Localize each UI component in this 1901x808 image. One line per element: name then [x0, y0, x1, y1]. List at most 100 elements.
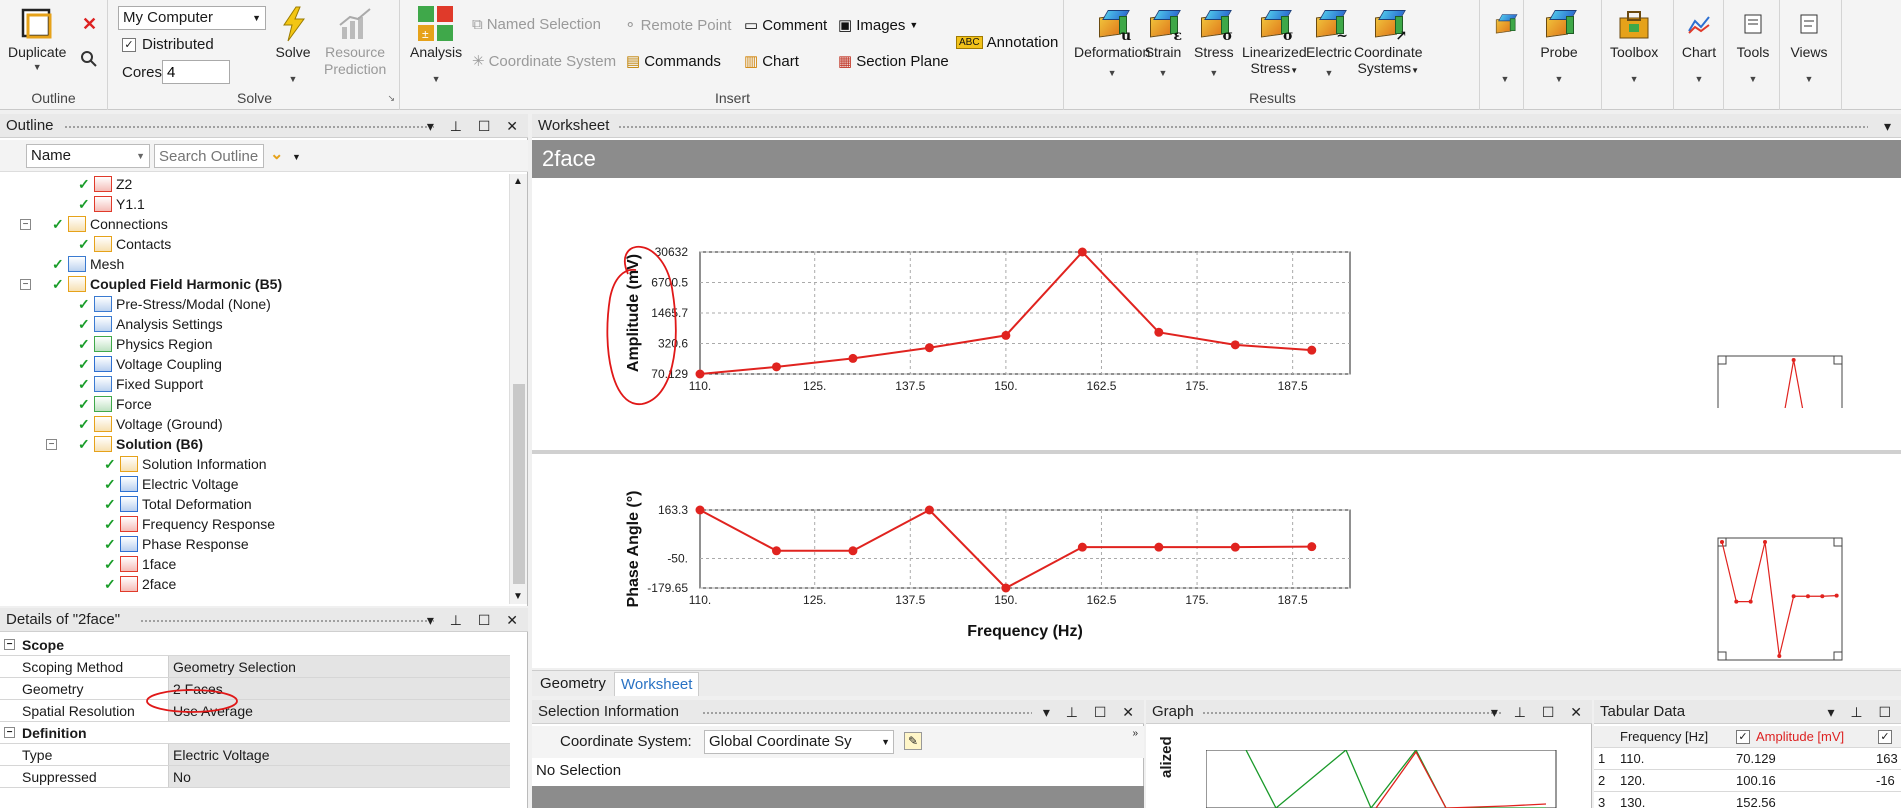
remote-point-button[interactable]: ⚬ Remote Point — [624, 16, 731, 35]
images-button[interactable]: ▣ Images ▼ — [838, 16, 918, 35]
name-filter-select[interactable]: Name ▼ — [26, 144, 150, 168]
tree-expander[interactable]: − — [20, 219, 31, 230]
tree-expander[interactable]: − — [46, 439, 57, 450]
tree-node[interactable]: ✓ Y1.1 — [78, 194, 145, 214]
tree-node[interactable]: ✓ Electric Voltage — [104, 474, 239, 494]
panel-controls[interactable]: ▾ ⊥ ☐ ✕ — [427, 114, 524, 138]
grip-dots[interactable] — [618, 125, 1868, 129]
panel-controls[interactable]: ▾ ⊥ ☐ ✕ — [427, 608, 524, 632]
panel-controls[interactable]: ▾ — [1884, 114, 1897, 138]
checkbox-checked-icon[interactable]: ✓ — [1878, 730, 1892, 744]
chevron-down-icon[interactable]: ▼ — [289, 74, 298, 84]
tree-node[interactable]: ✓ Analysis Settings — [78, 314, 223, 334]
panel-controls[interactable]: ▾ ⊥ ☐ — [1827, 700, 1897, 724]
filter-chevron-icon[interactable]: ⌄ — [270, 144, 283, 164]
result-button-deformation[interactable]: u Deformation ▼ — [1074, 4, 1150, 78]
tree-node[interactable]: ✓ Phase Response — [104, 534, 249, 554]
grip-dots[interactable] — [702, 711, 1032, 715]
tree-node[interactable]: ✓ Physics Region — [78, 334, 213, 354]
named-selection-button[interactable]: ⧉ Named Selection — [472, 16, 601, 33]
details-row[interactable]: Suppressed No — [0, 766, 510, 788]
result-button-coordinate-systems[interactable]: ↗ Coordinate Systems▼ — [1354, 4, 1423, 79]
duplicate-button[interactable]: Duplicate ▼ — [8, 4, 66, 72]
tree-node[interactable]: ✓ Force — [78, 394, 152, 414]
cores-input[interactable] — [162, 60, 230, 84]
views-button[interactable]: Views ▼ — [1790, 4, 1828, 84]
panel-controls[interactable]: ▾ ⊥ ☐ ✕ — [1043, 700, 1140, 724]
tree-node[interactable]: ✓ Z2 — [78, 174, 132, 194]
scroll-down-icon[interactable]: ▼ — [513, 591, 523, 602]
chevron-down-icon[interactable]: ▼ — [1324, 68, 1333, 78]
tab-geometry[interactable]: Geometry — [534, 672, 612, 696]
chevron-down-icon[interactable]: ▼ — [1695, 74, 1704, 84]
tree-node[interactable]: ✓ 2face — [104, 574, 177, 594]
comment-button[interactable]: ▭ Comment — [744, 16, 827, 35]
details-value[interactable]: Geometry Selection — [168, 656, 510, 677]
details-row[interactable]: Spatial Resolution Use Average — [0, 700, 510, 722]
chevron-down-icon[interactable]: ▼ — [1805, 74, 1814, 84]
checkbox-checked-icon[interactable]: ✓ — [1736, 730, 1750, 744]
solve-button[interactable]: Solve ▼ — [274, 4, 312, 84]
tree-node[interactable]: ✓ Voltage Coupling — [78, 354, 222, 374]
coord-system-select[interactable]: Global Coordinate Sy ▼ — [704, 730, 894, 754]
details-value[interactable]: No — [168, 766, 510, 787]
section-collapse-icon[interactable]: − — [4, 639, 15, 650]
overflow-icon[interactable]: » — [1132, 728, 1138, 739]
chevron-down-icon[interactable]: ▼ — [1209, 68, 1218, 78]
tree-node[interactable]: ✓ Solution (B6) — [78, 434, 203, 454]
table-row[interactable]: 2 120. 100.16 -16 — [1594, 770, 1901, 792]
tree-expander[interactable]: − — [20, 279, 31, 290]
chart-tool-button[interactable]: Chart ▼ — [1680, 4, 1718, 84]
probe-button[interactable]: Probe ▼ — [1540, 4, 1578, 84]
chevron-down-icon[interactable]: ▼ — [1630, 74, 1639, 84]
tree-node[interactable]: ✓ Contacts — [78, 234, 171, 254]
dialog-launcher-icon[interactable]: ↘ — [387, 93, 395, 104]
chevron-down-icon[interactable]: ▼ — [292, 152, 301, 162]
scroll-up-icon[interactable]: ▲ — [513, 176, 523, 187]
tree-node[interactable]: ✓ Fixed Support — [78, 374, 203, 394]
chevron-down-icon[interactable]: ▼ — [1501, 74, 1510, 84]
details-section-header[interactable]: − Scope — [0, 634, 510, 656]
grip-dots[interactable] — [140, 619, 434, 623]
analysis-button[interactable]: ± Analysis ▼ — [410, 4, 462, 84]
panel-controls[interactable]: ▾ ⊥ ☐ ✕ — [1491, 700, 1588, 724]
chevron-down-icon[interactable]: ▼ — [33, 62, 42, 72]
result-button-strain[interactable]: ε Strain ▼ — [1144, 4, 1182, 78]
chevron-down-icon[interactable]: ▼ — [1749, 74, 1758, 84]
outline-scrollbar[interactable]: ▲ ▼ — [509, 174, 527, 604]
edit-icon[interactable]: ✎ — [904, 732, 922, 750]
details-value[interactable]: Electric Voltage — [168, 744, 510, 765]
tree-node[interactable]: ✓ Connections — [52, 214, 168, 234]
search-icon[interactable] — [80, 50, 98, 71]
section-collapse-icon[interactable]: − — [4, 727, 15, 738]
tab-worksheet[interactable]: Worksheet — [614, 672, 700, 696]
table-row[interactable]: 3 130. 152.56 — [1594, 792, 1901, 808]
computer-select[interactable]: My Computer ▼ — [118, 6, 266, 30]
chevron-down-icon[interactable]: ▼ — [1555, 74, 1564, 84]
section-plane-button[interactable]: ▦ Section Plane — [838, 52, 949, 71]
tree-node[interactable]: ✓ 1face — [104, 554, 176, 574]
result-button-linearized-stress[interactable]: σ Linearized Stress▼ — [1242, 4, 1307, 79]
tree-node[interactable]: ✓ Solution Information — [104, 454, 267, 474]
commands-button[interactable]: ▤ Commands — [626, 52, 721, 71]
result-button-stress[interactable]: σ Stress ▼ — [1194, 4, 1234, 78]
tree-node[interactable]: ✓ Voltage (Ground) — [78, 414, 223, 434]
chart-button[interactable]: ▥ Chart — [744, 52, 799, 71]
resource-prediction-button[interactable]: Resource Prediction — [324, 4, 386, 78]
tree-node[interactable]: ✓ Total Deformation — [104, 494, 252, 514]
chevron-down-icon[interactable]: ▼ — [432, 74, 441, 84]
details-row[interactable]: Geometry 2 Faces — [0, 678, 510, 700]
tree-node[interactable]: ✓ Coupled Field Harmonic (B5) — [52, 274, 282, 294]
close-icon[interactable]: ✕ — [82, 14, 97, 35]
coordinate-system-button[interactable]: ✳ Coordinate System — [472, 52, 616, 71]
scroll-thumb[interactable] — [513, 384, 525, 584]
user-defined-result-button[interactable]: ▼ — [1486, 4, 1524, 84]
tools-button[interactable]: Tools ▼ — [1734, 4, 1772, 84]
details-row[interactable]: Scoping Method Geometry Selection — [0, 656, 510, 678]
toolbox-button[interactable]: Toolbox ▼ — [1610, 4, 1658, 84]
distributed-checkbox[interactable]: ✓ Distributed — [122, 36, 214, 53]
details-section-header[interactable]: − Definition — [0, 722, 510, 744]
chevron-down-icon[interactable]: ▼ — [1108, 68, 1117, 78]
details-row[interactable]: Type Electric Voltage — [0, 744, 510, 766]
chevron-down-icon[interactable]: ▼ — [1159, 68, 1168, 78]
